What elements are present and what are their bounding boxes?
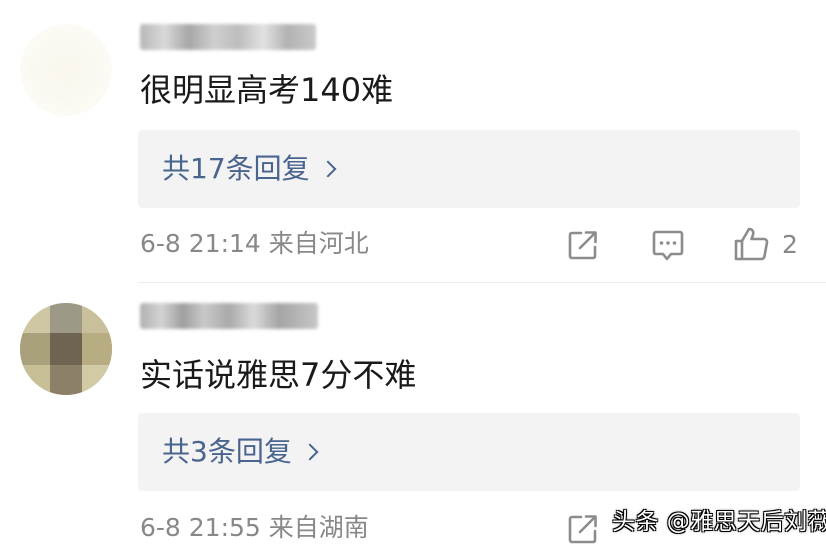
chevron-right-icon [301,443,319,461]
comment-item: 很明显高考140难 共17条回复 6-8 21:14 来自河北 2 [0,0,826,282]
avatar[interactable] [20,24,112,116]
comment-meta: 6-8 21:14 来自河北 [140,229,369,258]
reply-count-link[interactable]: 共3条回复 [162,432,319,472]
avatar[interactable] [20,303,112,395]
reply-count-label: 共17条回复 [162,152,310,185]
reply-count-label: 共3条回复 [162,435,292,468]
chevron-right-icon [319,160,337,178]
share-icon[interactable] [565,227,601,263]
watermark: 头条 @雅思天后刘薇 [612,509,826,535]
reply-count-link[interactable]: 共17条回复 [162,149,337,189]
comment-meta: 6-8 21:55 来自湖南 [140,513,369,542]
username-blurred[interactable] [140,303,318,329]
thumbs-up-icon[interactable] [732,225,770,263]
view-replies-button[interactable]: 共17条回复 [138,130,800,208]
username-blurred[interactable] [140,24,316,50]
comment-text: 很明显高考140难 [140,71,394,109]
view-replies-button[interactable]: 共3条回复 [138,413,800,491]
comment-list: 很明显高考140难 共17条回复 6-8 21:14 来自河北 2 实话说雅思7… [0,0,826,553]
share-icon[interactable] [565,511,601,547]
like-count: 2 [782,230,798,259]
comment-icon[interactable] [650,227,686,263]
comment-text: 实话说雅思7分不难 [140,356,417,394]
